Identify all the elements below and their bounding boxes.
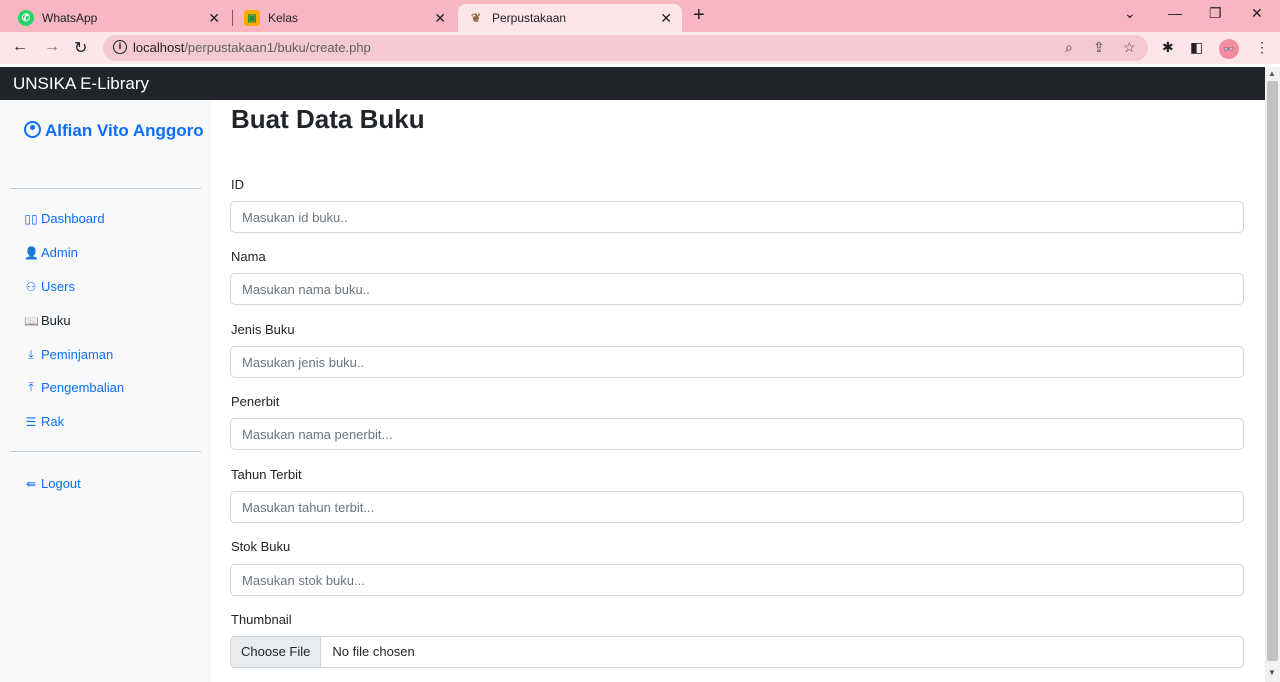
site-info-icon[interactable]: i <box>113 40 127 54</box>
browser-tab-strip: ✆ WhatsApp ✕ ▣ Kelas ✕ ❦ Perpustakaan ✕ … <box>0 0 1280 32</box>
nama-input[interactable] <box>230 273 1244 305</box>
tab-divider <box>232 10 233 26</box>
tab-kelas[interactable]: ▣ Kelas ✕ <box>234 4 456 32</box>
dashboard-icon: ▯▯ <box>24 211 38 226</box>
user-name: Alfian Vito Anggoro <box>45 121 204 140</box>
borrow-icon: ⤓ <box>28 347 34 361</box>
admin-icon: 👤 <box>24 245 39 260</box>
profile-avatar[interactable]: 👓 <box>1219 39 1239 59</box>
sidebar-item-rak[interactable]: ☰ Rak <box>24 414 65 429</box>
users-icon: ⚇ <box>25 279 37 294</box>
classroom-icon: ▣ <box>244 10 260 26</box>
jenis-buku-label: Jenis Buku <box>231 322 295 337</box>
thumbnail-label: Thumbnail <box>231 612 292 627</box>
thumbnail-file-input[interactable]: Choose File No file chosen <box>230 636 1244 668</box>
sidebar-item-buku[interactable]: 📖 Buku <box>24 313 71 328</box>
browser-toolbar: ← → ↻ i localhost/perpustakaan1/buku/cre… <box>0 32 1280 64</box>
choose-file-button[interactable]: Choose File <box>231 637 322 667</box>
minimize-icon[interactable]: — <box>1168 5 1182 21</box>
share-icon[interactable]: ⇪ <box>1093 39 1105 56</box>
back-icon[interactable]: ← <box>12 38 28 56</box>
window-close-icon[interactable]: ✕ <box>1251 5 1263 22</box>
tab-title: Kelas <box>268 11 299 25</box>
tab-title: WhatsApp <box>42 11 98 25</box>
sidebar: Alfian Vito Anggoro ▯▯ Dashboard 👤 Admin ⚇… <box>0 100 211 682</box>
sidebar-item-pengembalian[interactable]: ⤒ Pengembalian <box>24 380 124 395</box>
scroll-up-icon[interactable]: ▲ <box>1268 69 1276 78</box>
close-icon[interactable]: ✕ <box>434 10 446 27</box>
divider <box>10 451 201 452</box>
side-panel-icon[interactable]: ◧ <box>1190 39 1203 56</box>
brand-title[interactable]: UNSIKA E-Library <box>13 74 149 94</box>
user-circle-icon <box>24 121 41 138</box>
tab-search-icon[interactable]: ⌄ <box>1124 5 1136 22</box>
reload-icon[interactable]: ↻ <box>74 38 87 58</box>
penerbit-label: Penerbit <box>231 394 280 409</box>
restore-icon[interactable]: ❐ <box>1209 5 1222 22</box>
id-input[interactable] <box>230 201 1244 233</box>
site-favicon-icon: ❦ <box>470 11 482 25</box>
tahun-terbit-label: Tahun Terbit <box>231 467 302 482</box>
user-profile-link[interactable]: Alfian Vito Anggoro <box>24 120 204 141</box>
page-title: Buat Data Buku <box>231 104 425 134</box>
scroll-thumb[interactable] <box>1267 81 1278 661</box>
page-scrollbar[interactable]: ▲ ▼ <box>1265 67 1280 682</box>
stok-buku-label: Stok Buku <box>231 539 291 554</box>
url-text: localhost/perpustakaan1/buku/create.php <box>133 40 371 55</box>
new-tab-icon[interactable]: + <box>693 4 705 27</box>
tab-title: Perpustakaan <box>492 11 567 25</box>
file-status: No file chosen <box>332 644 415 659</box>
sidebar-item-users[interactable]: ⚇ Users <box>24 279 75 294</box>
divider <box>10 188 201 189</box>
jenis-buku-input[interactable] <box>230 346 1244 378</box>
shelf-icon: ☰ <box>25 414 37 429</box>
tab-perpustakaan[interactable]: ❦ Perpustakaan ✕ <box>458 4 682 32</box>
address-bar[interactable]: i localhost/perpustakaan1/buku/create.ph… <box>103 35 1148 61</box>
book-icon: 📖 <box>24 313 39 328</box>
nama-label: Nama <box>231 249 266 264</box>
app-navbar: UNSIKA E-Library <box>0 67 1265 100</box>
scroll-down-icon[interactable]: ▼ <box>1268 668 1276 677</box>
sidebar-item-dashboard[interactable]: ▯▯ Dashboard <box>24 211 104 226</box>
extensions-icon[interactable]: ✱ <box>1162 39 1174 56</box>
tab-whatsapp[interactable]: ✆ WhatsApp ✕ <box>8 4 230 32</box>
zoom-icon[interactable]: ⌕ <box>1065 39 1073 56</box>
close-icon[interactable]: ✕ <box>660 10 672 27</box>
id-label: ID <box>231 177 244 192</box>
close-icon[interactable]: ✕ <box>208 10 220 27</box>
logout-icon: ⇚ <box>25 476 37 491</box>
forward-icon[interactable]: → <box>44 38 60 56</box>
main-content: Buat Data Buku ID Nama Jenis Buku Penerb… <box>211 100 1265 682</box>
bookmark-star-icon[interactable]: ☆ <box>1123 39 1136 56</box>
stok-buku-input[interactable] <box>230 564 1244 596</box>
menu-icon[interactable]: ⋮ <box>1255 39 1269 56</box>
penerbit-input[interactable] <box>230 418 1244 450</box>
return-icon: ⤒ <box>28 380 34 394</box>
logout-link[interactable]: ⇚ Logout <box>24 476 81 491</box>
sidebar-item-peminjaman[interactable]: ⤓ Peminjaman <box>24 347 113 362</box>
sidebar-item-admin[interactable]: 👤 Admin <box>24 245 78 260</box>
whatsapp-icon: ✆ <box>18 10 34 26</box>
tahun-terbit-input[interactable] <box>230 491 1244 523</box>
